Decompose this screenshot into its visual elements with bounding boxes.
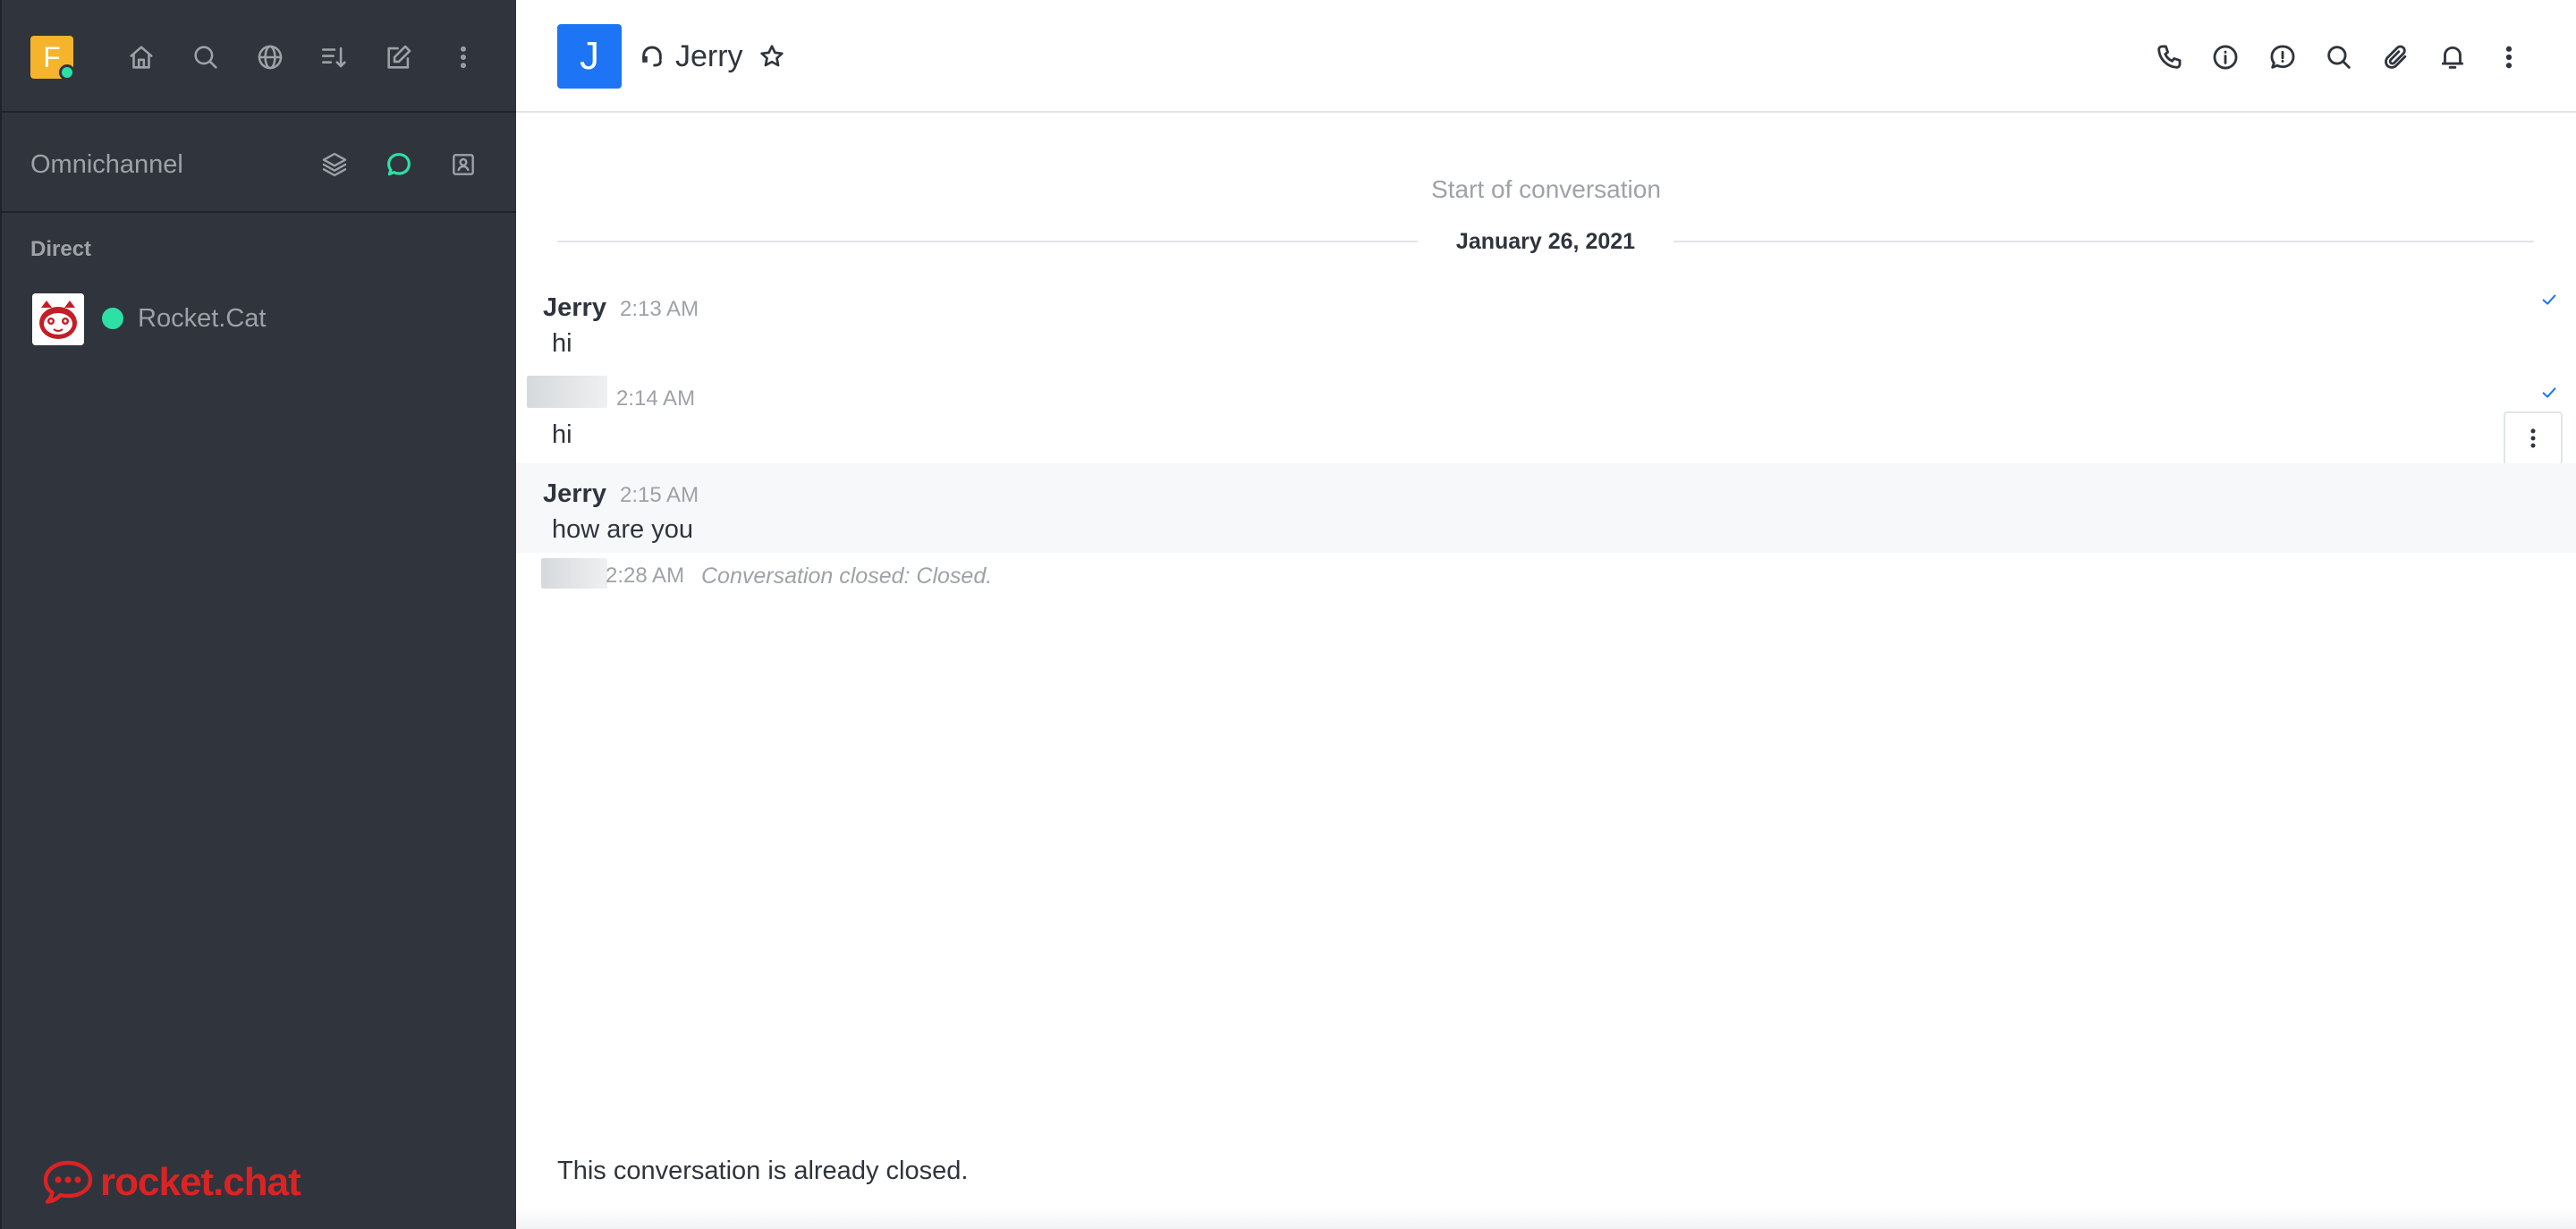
read-check-icon [2539, 383, 2559, 403]
message-time: 2:15 AM [620, 483, 699, 507]
message-time: 2:28 AM [606, 564, 685, 588]
sidebar-item-rocket-cat[interactable]: Rocket.Cat [2, 286, 516, 351]
conversation-closed-notice: This conversation is already closed. [557, 1157, 969, 1185]
sidebar-kebab-icon[interactable] [445, 39, 481, 75]
read-check-icon [2539, 290, 2559, 309]
main-content: J Jerry Start of conversation January 26… [516, 0, 2576, 1229]
room-name: Rocket.Cat [138, 304, 267, 333]
message-text: hi [552, 329, 572, 358]
sort-icon[interactable] [317, 39, 352, 75]
info-icon[interactable] [2207, 39, 2243, 75]
message-username[interactable]: Jerry [543, 479, 606, 509]
redacted-username [541, 558, 607, 589]
omnichannel-title: Omnichannel [30, 150, 183, 179]
header-kebab-icon[interactable] [2491, 39, 2527, 75]
system-message: 2:28 AM Conversation closed: Closed. [516, 555, 2576, 598]
room-title[interactable]: Jerry [675, 39, 743, 74]
footer-fade [516, 1208, 2576, 1229]
message-time: 2:14 AM [616, 386, 696, 411]
message[interactable]: Jerry 2:15 AM how are you [516, 463, 2576, 553]
create-new-icon[interactable] [381, 39, 417, 75]
sidebar-toolbar: F [2, 0, 516, 113]
directory-globe-icon[interactable] [252, 39, 288, 75]
search-icon[interactable] [188, 39, 224, 75]
sidebar: F Omnichannel Direct Rocket.Cat rocket.c… [0, 0, 516, 1229]
system-message-text: Conversation closed: Closed. [701, 564, 993, 589]
date-divider: January 26, 2021 [557, 224, 2534, 259]
layers-icon[interactable] [317, 147, 352, 182]
message-text: hi [552, 420, 572, 449]
message-time: 2:13 AM [620, 297, 699, 321]
omnichannel-bar: Omnichannel [2, 114, 516, 213]
rocket-chat-logo: rocket.chat [41, 1156, 301, 1209]
date-label: January 26, 2021 [1428, 229, 1663, 254]
home-icon[interactable] [123, 39, 159, 75]
message-username[interactable]: Jerry [543, 293, 606, 323]
message-actions-kebab[interactable] [2504, 411, 2563, 465]
phone-icon[interactable] [2151, 39, 2187, 75]
redacted-username [527, 376, 607, 408]
omnichannel-chat-icon[interactable] [381, 147, 417, 182]
message[interactable]: Jerry 2:13 AM hi [516, 283, 2576, 372]
headset-icon [638, 42, 666, 71]
brand-text: rocket.chat [100, 1160, 301, 1204]
contact-center-icon[interactable] [445, 147, 481, 182]
user-status-indicator [59, 64, 75, 81]
online-status-dot [102, 308, 123, 329]
message[interactable]: 2:14 AM hi [516, 376, 2576, 465]
rocket-chat-logo-icon [43, 1160, 93, 1204]
bell-icon[interactable] [2435, 39, 2470, 75]
room-header: J Jerry [516, 0, 2576, 113]
star-icon[interactable] [758, 42, 786, 71]
search-messages-icon[interactable] [2321, 39, 2357, 75]
rocket-cat-avatar [32, 293, 84, 345]
section-title-direct: Direct [30, 237, 92, 261]
room-avatar[interactable]: J [557, 24, 622, 89]
alert-icon[interactable] [2265, 39, 2301, 75]
start-of-conversation: Start of conversation [1431, 175, 1661, 203]
message-text: how are you [552, 515, 693, 544]
attachment-icon[interactable] [2378, 39, 2414, 75]
